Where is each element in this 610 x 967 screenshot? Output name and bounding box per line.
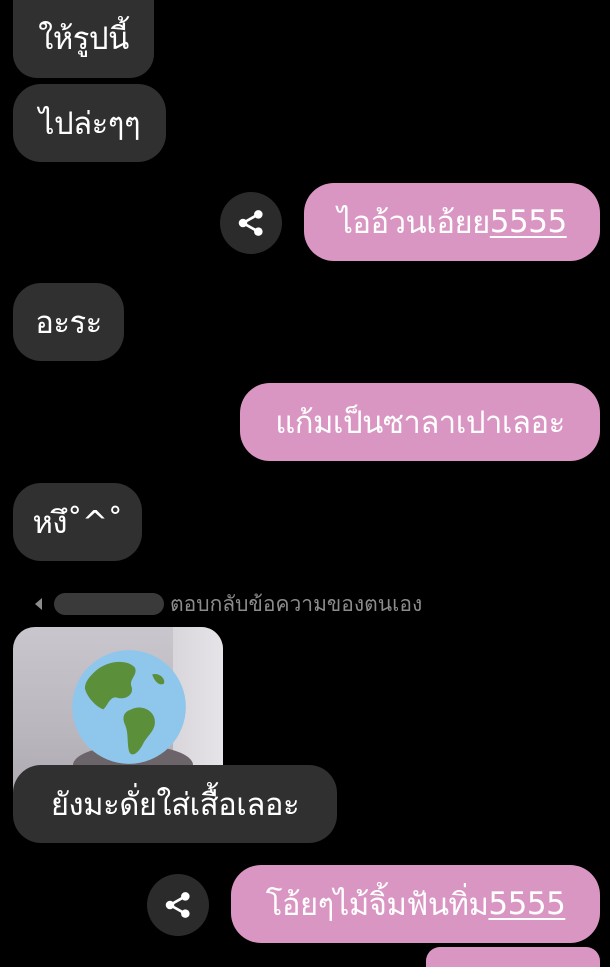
message-text: อะระ [35,305,102,341]
message-bubble-incoming[interactable]: ให้รูปนี้ [13,0,154,78]
message-link[interactable]: 5555 [490,204,567,240]
message-bubble-outgoing[interactable]: แก้มเป็นซาลาเปาเลอะ [240,383,600,461]
message-text: หงึ˚^˚ [32,505,123,541]
message-bubble-outgoing-partial[interactable] [426,947,600,967]
message-text: ไปล่ะๆๆ [38,106,141,142]
reply-context: ตอบกลับข้อความของตนเอง [34,588,422,620]
reply-context-label: ตอบกลับข้อความของตนเอง [170,591,423,616]
message-bubble-incoming[interactable]: อะระ [13,283,124,361]
message-link[interactable]: 5555 [488,886,565,922]
share-icon [238,210,263,236]
share-button[interactable] [147,874,209,936]
globe-emoji-icon [72,650,186,764]
message-bubble-outgoing[interactable]: ไออ้วนเอ้ยย 5555 [304,183,600,261]
message-bubble-incoming[interactable]: หงึ˚^˚ [13,483,142,561]
message-bubble-outgoing[interactable]: โอ้ยๆไม้จิ้มฟันทิ่ม 5555 [231,865,600,943]
message-text: ให้รูปนี้ [38,21,129,57]
share-icon [165,892,190,918]
message-bubble-incoming[interactable]: ยังมะดั่ยใส่เสื้อเลอะ [13,765,337,843]
reply-arrow-icon [34,593,50,615]
share-button[interactable] [220,192,282,254]
message-text: ยังมะดั่ยใส่เสื้อเลอะ [50,787,300,823]
message-text: ไออ้วนเอ้ยย [337,205,490,241]
redacted-name [54,593,164,615]
message-text: แก้มเป็นซาลาเปาเลอะ [275,405,565,441]
message-bubble-incoming[interactable]: ไปล่ะๆๆ [13,84,166,162]
message-text: โอ้ยๆไม้จิ้มฟันทิ่ม [265,887,489,923]
